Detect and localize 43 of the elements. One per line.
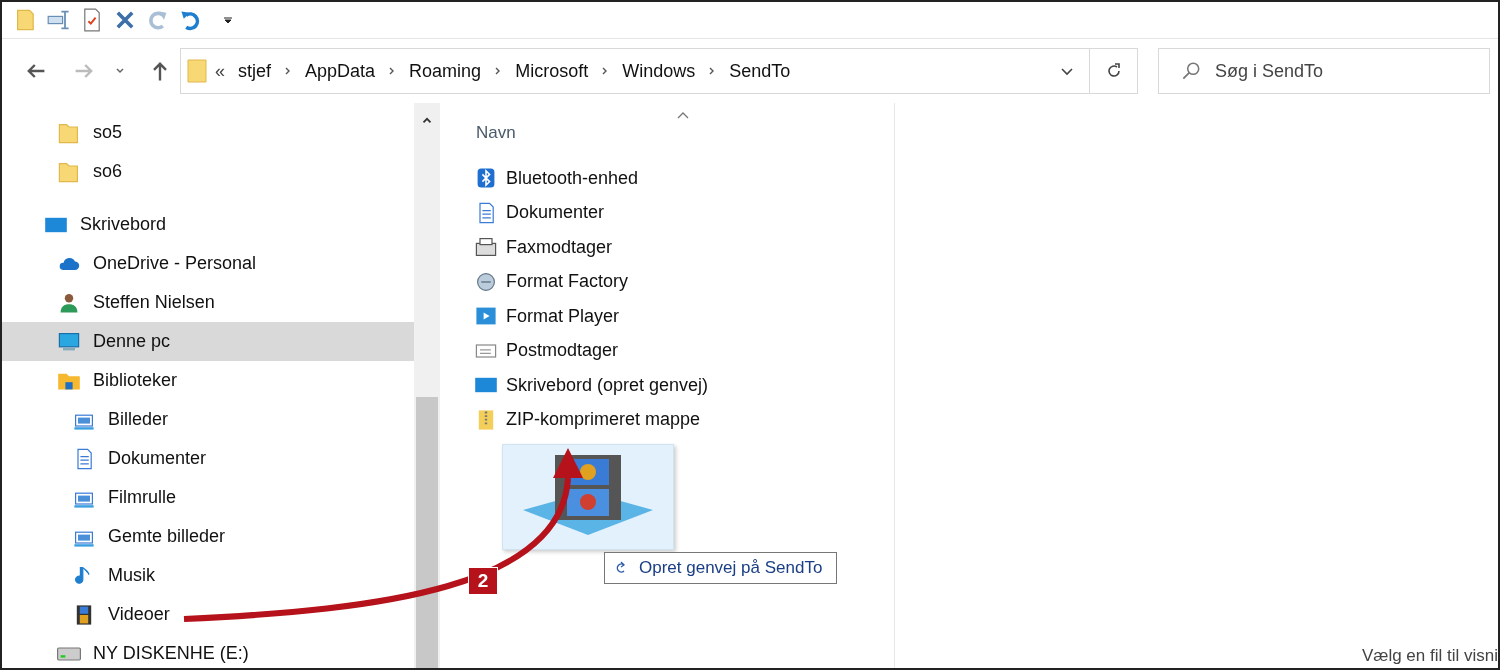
nav-item[interactable]: Videoer	[2, 595, 414, 634]
preview-status-text: Vælg en fil til visni	[1361, 646, 1498, 667]
breadcrumb-segment[interactable]: SendTo	[726, 60, 794, 82]
search-field[interactable]: Søg i SendTo	[1158, 48, 1490, 94]
breadcrumb-segment[interactable]: Windows	[619, 60, 699, 82]
customize-dropdown-icon[interactable]	[222, 14, 234, 26]
nav-item[interactable]: Dokumenter	[2, 439, 414, 478]
breadcrumb-segment[interactable]: stjef	[235, 60, 275, 82]
column-header[interactable]: Navn	[476, 103, 894, 149]
nav-item[interactable]: Filmrulle	[2, 478, 414, 517]
file-item[interactable]: Skrivebord (opret genvej)	[474, 368, 894, 403]
nav-item[interactable]: Steffen Nielsen	[2, 283, 414, 322]
file-item[interactable]: Format Player	[474, 299, 894, 334]
tooltip-text: Opret genvej på SendTo	[639, 558, 823, 578]
file-item[interactable]: Dokumenter	[474, 195, 894, 230]
breadcrumb-segment[interactable]: Roaming	[406, 60, 485, 82]
breadcrumb-segment[interactable]: AppData	[302, 60, 379, 82]
nav-item[interactable]: Musik	[2, 556, 414, 595]
nav-item[interactable]: Denne pc	[2, 322, 414, 361]
nav-item[interactable]: so5	[2, 113, 414, 152]
step-badge: 2	[468, 567, 498, 595]
rename-icon[interactable]	[47, 8, 71, 32]
file-item[interactable]: Faxmodtager	[474, 230, 894, 265]
breadcrumb-segment[interactable]: Microsoft	[512, 60, 592, 82]
address-bar[interactable]: « stjef AppData Roaming Microsoft Windows SendTo	[180, 48, 1090, 94]
nav-item[interactable]: Billeder	[2, 400, 414, 439]
scrollbar-thumb[interactable]	[416, 397, 438, 668]
file-item[interactable]: Bluetooth-enhed	[474, 161, 894, 196]
nav-item[interactable]: so6	[2, 152, 414, 191]
folder-icon	[187, 59, 207, 83]
nav-item[interactable]: Gemte billeder	[2, 517, 414, 556]
file-item[interactable]: Format Factory	[474, 264, 894, 299]
file-item[interactable]: Postmodtager	[474, 333, 894, 368]
file-item[interactable]: ZIP-komprimeret mappe	[474, 402, 894, 437]
breadcrumb-overflow[interactable]: «	[215, 60, 225, 82]
nav-item[interactable]: OneDrive - Personal	[2, 244, 414, 283]
nav-item[interactable]: Skrivebord	[2, 205, 414, 244]
refresh-button[interactable]	[1090, 48, 1138, 94]
scrollbar[interactable]	[414, 103, 440, 668]
nav-item[interactable]: Biblioteker	[2, 361, 414, 400]
nav-item[interactable]: NY DISKENHE (E:)	[2, 634, 414, 668]
link-arrow-icon	[615, 561, 627, 575]
sort-caret-icon[interactable]	[676, 111, 690, 119]
